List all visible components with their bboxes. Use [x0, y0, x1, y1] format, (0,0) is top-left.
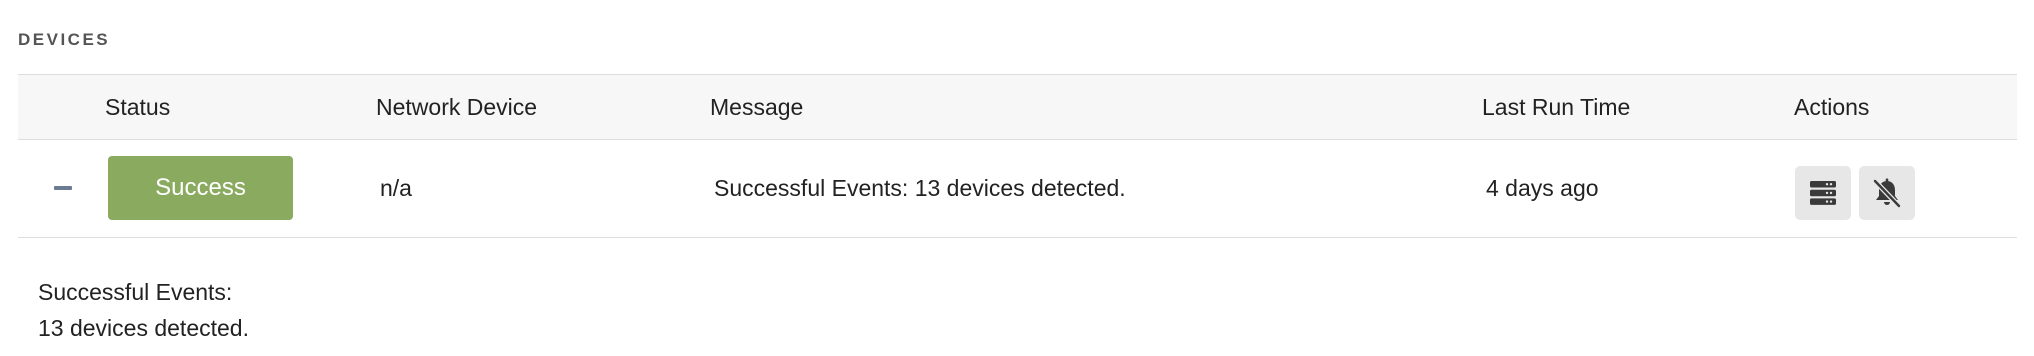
header-actions: Actions: [1794, 94, 1870, 120]
table-row: Success n/a Successful Events: 13 device…: [18, 140, 2017, 238]
minus-icon[interactable]: [54, 186, 72, 190]
section-title: DEVICES: [18, 30, 111, 49]
devices-panel: DEVICES Status Network Device Message La…: [0, 0, 2034, 356]
devices-table: Status Network Device Message Last Run T…: [18, 74, 2017, 238]
mute-alerts-button[interactable]: [1859, 166, 1915, 220]
row-detail: Successful Events: 13 devices detected.: [38, 274, 249, 346]
header-status[interactable]: Status: [105, 75, 170, 139]
detail-line-1: Successful Events:: [38, 279, 233, 305]
header-last-run-time[interactable]: Last Run Time: [1482, 75, 1630, 139]
detail-line-2: 13 devices detected.: [38, 315, 249, 341]
table-header: Status Network Device Message Last Run T…: [18, 74, 2017, 140]
header-message[interactable]: Message: [710, 75, 803, 139]
status-badge: Success: [108, 156, 293, 220]
bell-slash-icon: [1873, 178, 1901, 208]
network-device-cell: n/a: [380, 175, 412, 201]
header-network-device[interactable]: Network Device: [376, 75, 537, 139]
message-cell: Successful Events: 13 devices detected.: [714, 175, 1126, 201]
details-button[interactable]: [1795, 166, 1851, 220]
server-stack-icon: [1810, 181, 1836, 205]
last-run-time-cell: 4 days ago: [1486, 175, 1599, 201]
